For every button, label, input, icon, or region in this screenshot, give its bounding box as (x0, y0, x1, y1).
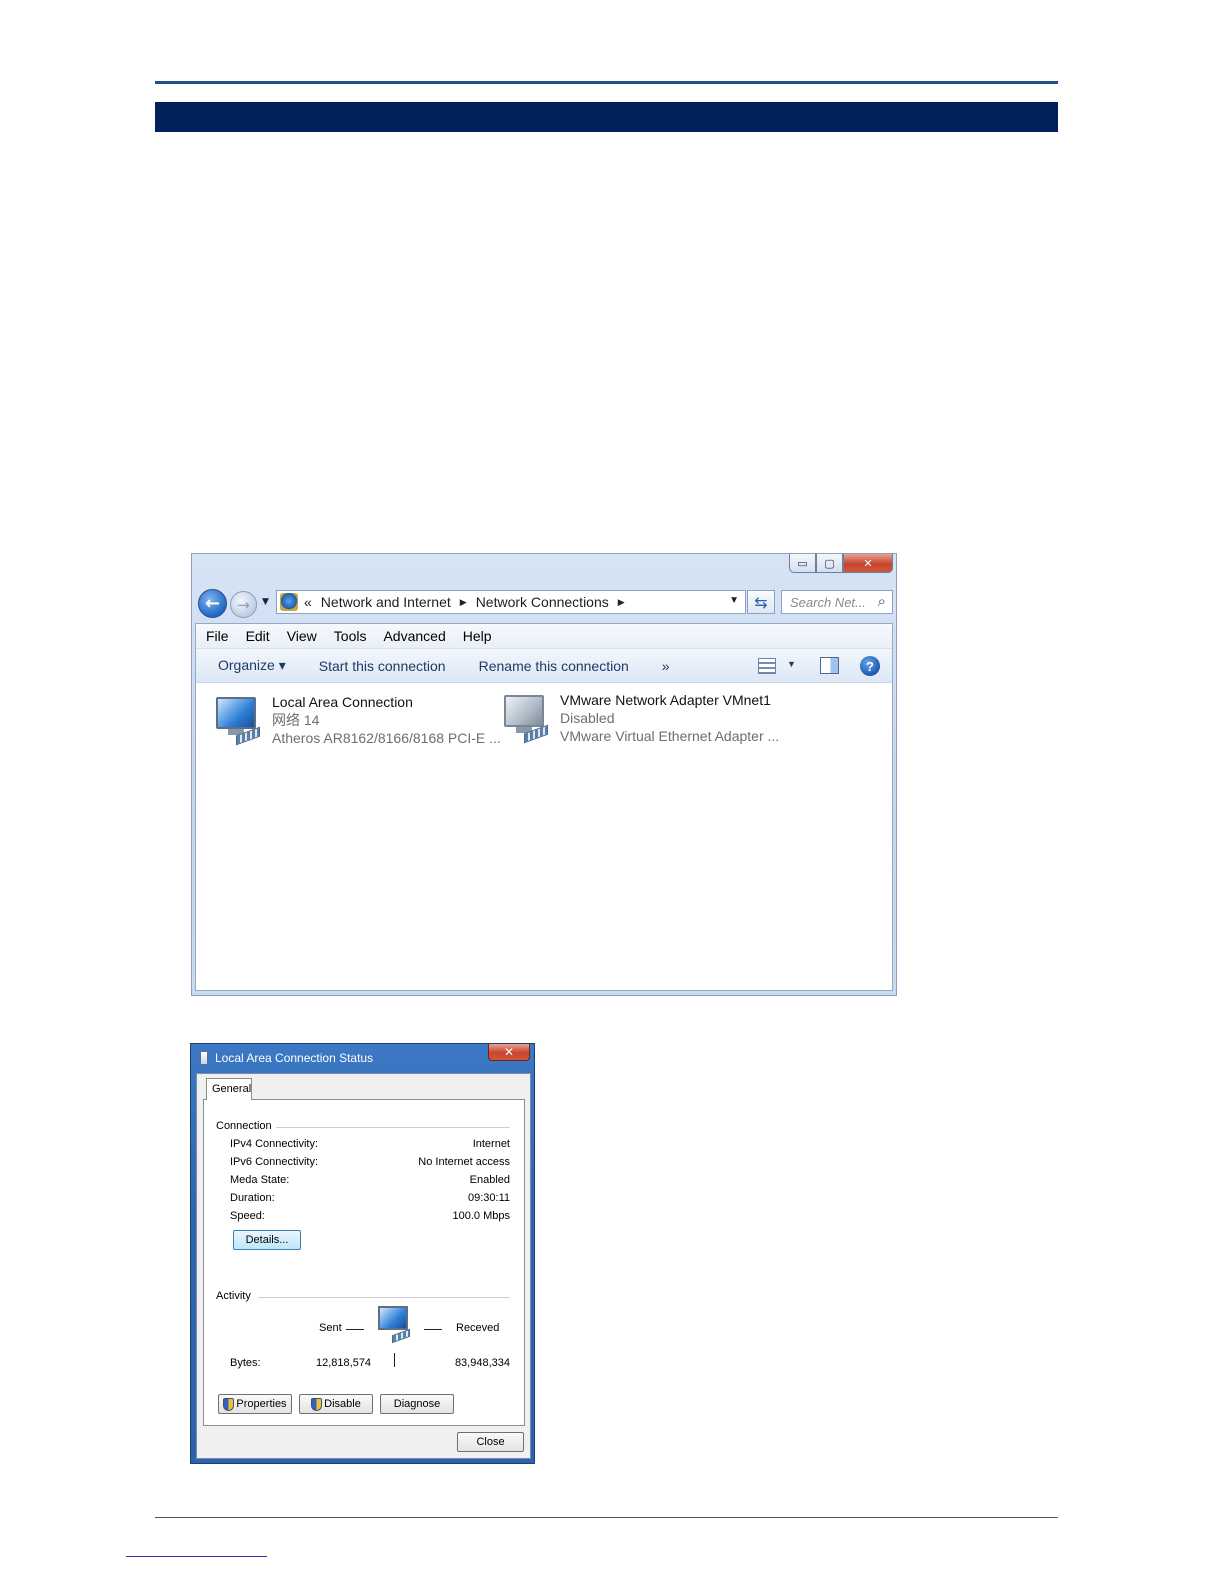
media-state-value: Enabled (469, 1174, 510, 1186)
search-input[interactable]: Search Net... ⌕ (781, 590, 893, 614)
header-rule (155, 81, 1058, 84)
dialog-body: General Connection IPv4 Connectivity: In… (196, 1073, 531, 1459)
document-page: ▭ ▢ ✕ ← → ▼ « Network and Internet ▶ Net… (0, 0, 1225, 1585)
properties-button[interactable]: Properties (218, 1394, 292, 1414)
connection-group-label: Connection (216, 1120, 272, 1132)
network-adapter-disabled-icon (500, 691, 552, 745)
bytes-received-value: 83,948,334 (454, 1357, 510, 1369)
close-button[interactable]: Close (457, 1432, 524, 1452)
content-pane: File Edit View Tools Advanced Help Organ… (195, 623, 893, 991)
view-dropdown-icon[interactable]: ▼ (787, 659, 796, 669)
activity-computer-icon (376, 1306, 412, 1346)
command-bar: Organize ▾ Start this connection Rename … (196, 649, 892, 683)
start-connection-button[interactable]: Start this connection (319, 658, 446, 674)
connection-text: VMware Network Adapter VMnet1 Disabled V… (560, 691, 779, 745)
preview-pane-icon[interactable] (820, 657, 839, 674)
connection-name: Local Area Connection (272, 694, 413, 710)
general-tab-panel: Connection IPv4 Connectivity: Internet I… (203, 1099, 525, 1426)
address-bar[interactable]: « Network and Internet ▶ Network Connect… (276, 590, 746, 614)
minimize-button[interactable]: ▭ (789, 554, 816, 573)
menu-tools[interactable]: Tools (334, 628, 367, 644)
ipv6-value: No Internet access (418, 1156, 510, 1168)
back-button[interactable]: ← (198, 589, 227, 618)
received-line (424, 1329, 442, 1330)
network-connections-window: ▭ ▢ ✕ ← → ▼ « Network and Internet ▶ Net… (191, 553, 897, 996)
speed-value: 100.0 Mbps (452, 1210, 510, 1222)
rename-connection-button[interactable]: Rename this connection (479, 658, 629, 674)
ipv4-value: Internet (472, 1138, 510, 1150)
maximize-button[interactable]: ▢ (816, 554, 843, 573)
menu-edit[interactable]: Edit (246, 628, 270, 644)
menu-advanced[interactable]: Advanced (383, 628, 445, 644)
search-placeholder: Search Net... (790, 595, 866, 610)
connection-status-dialog: Local Area Connection Status ✕ General C… (190, 1043, 535, 1464)
tab-general[interactable]: General (206, 1078, 252, 1100)
disable-button[interactable]: Disable (299, 1394, 373, 1414)
disable-label: Disable (324, 1398, 361, 1410)
help-icon[interactable]: ? (860, 656, 880, 676)
ipv6-label: IPv6 Connectivity: (230, 1156, 319, 1168)
diagnose-button[interactable]: Diagnose (380, 1394, 454, 1414)
sent-line (346, 1329, 364, 1330)
group-divider (276, 1127, 510, 1128)
more-commands-button[interactable]: » (662, 658, 670, 674)
uac-shield-icon (223, 1397, 235, 1411)
bytes-label: Bytes: (230, 1357, 261, 1369)
refresh-button[interactable]: ⇆ (747, 590, 775, 614)
menu-view[interactable]: View (287, 628, 317, 644)
navigation-bar: ← → ▼ « Network and Internet ▶ Network C… (196, 587, 893, 618)
dialog-title: Local Area Connection Status (215, 1051, 374, 1065)
menu-help[interactable]: Help (463, 628, 492, 644)
connection-item-local-area[interactable]: Local Area Connection 网络 14 Atheros AR81… (212, 693, 501, 747)
sent-label: Sent (319, 1322, 342, 1334)
network-location-icon (280, 593, 298, 611)
connection-device: Atheros AR8162/8166/8168 PCI-E ... (272, 730, 501, 746)
duration-value: 09:30:11 (467, 1192, 510, 1204)
search-icon[interactable]: ⌕ (878, 593, 886, 610)
breadcrumb-network-and-internet[interactable]: Network and Internet (321, 594, 451, 610)
duration-label: Duration: (230, 1192, 275, 1204)
connection-text: Local Area Connection 网络 14 Atheros AR81… (272, 693, 501, 747)
bytes-sent-value: 12,818,574 (316, 1357, 372, 1369)
dialog-network-icon (200, 1051, 208, 1065)
group-divider (258, 1297, 510, 1298)
connection-status: Disabled (560, 710, 615, 726)
footer-link-underline[interactable] (126, 1556, 267, 1557)
media-state-label: Meda State: (230, 1174, 290, 1186)
footer-rule (155, 1517, 1058, 1518)
connection-name: VMware Network Adapter VMnet1 (560, 692, 771, 708)
connection-item-vmnet1[interactable]: VMware Network Adapter VMnet1 Disabled V… (500, 691, 779, 745)
forward-button[interactable]: → (230, 591, 257, 618)
close-window-button[interactable]: ✕ (843, 554, 893, 573)
properties-label: Properties (236, 1398, 287, 1410)
activity-divider (394, 1353, 395, 1367)
ipv4-label: IPv4 Connectivity: (230, 1138, 319, 1150)
connection-device: VMware Virtual Ethernet Adapter ... (560, 728, 780, 744)
breadcrumb-arrow-icon[interactable]: ▶ (618, 597, 625, 608)
received-label: Receved (456, 1322, 500, 1334)
section-title-band (155, 102, 1058, 132)
breadcrumb-network-connections[interactable]: Network Connections (476, 594, 609, 610)
menu-bar: File Edit View Tools Advanced Help (196, 624, 892, 649)
organize-button[interactable]: Organize ▾ (218, 657, 286, 674)
details-button[interactable]: Details... (233, 1230, 301, 1250)
activity-group-label: Activity (216, 1290, 251, 1302)
caption-buttons: ▭ ▢ ✕ (789, 554, 893, 573)
dialog-close-icon[interactable]: ✕ (488, 1044, 530, 1061)
change-view-icon[interactable] (758, 658, 776, 674)
menu-file[interactable]: File (206, 628, 229, 644)
recent-pages-dropdown-icon[interactable]: ▼ (262, 597, 269, 607)
address-overflow-chevron[interactable]: « (304, 594, 312, 610)
breadcrumb-arrow-icon[interactable]: ▶ (460, 597, 467, 608)
address-dropdown-icon[interactable]: ▼ (729, 595, 739, 606)
connection-status: 网络 14 (272, 712, 320, 728)
speed-label: Speed: (230, 1210, 265, 1222)
uac-shield-icon (311, 1397, 323, 1411)
network-adapter-icon (212, 693, 264, 747)
